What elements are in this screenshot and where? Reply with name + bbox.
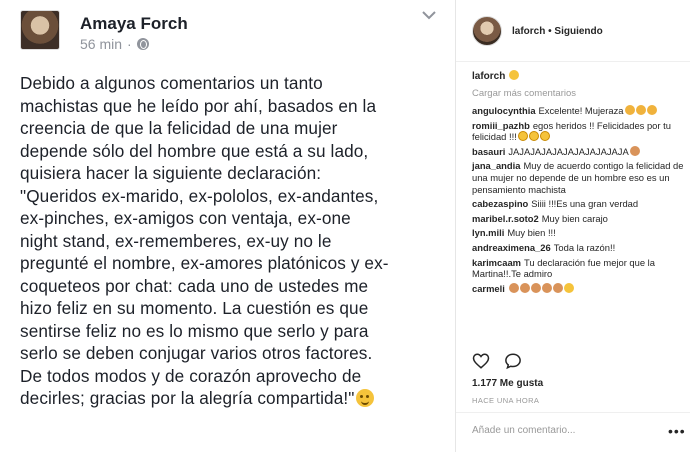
smile-emoji-icon	[509, 70, 520, 80]
post-line: hizo feliz en su momento. La cuestión es…	[20, 298, 369, 318]
comment-username[interactable]: maribel.r.soto2	[472, 213, 539, 224]
post-line: creencia de que la felicidad de una muje…	[20, 118, 338, 138]
clap-emoji-icon	[624, 105, 635, 115]
caption-user[interactable]: laforch	[472, 71, 505, 82]
smile-emoji-icon	[563, 282, 574, 293]
load-more-comments[interactable]: Cargar más comentarios	[472, 88, 684, 99]
clap-emoji-icon	[646, 105, 657, 115]
comment-username[interactable]: angulocynthia	[472, 105, 536, 116]
comment-text: JAJAJAJAJAJAJAJAJAJAJA	[508, 145, 629, 157]
comment-input[interactable]	[472, 425, 662, 436]
post-timestamp: HACE UNA HORA	[472, 396, 540, 405]
laugh-emoji-icon	[539, 131, 550, 142]
facebook-post: Amaya Forch 56 min · Debido a algunos co…	[0, 0, 452, 452]
comment-text: Muy bien !!!	[507, 227, 556, 239]
globe-icon[interactable]	[136, 38, 149, 50]
hand-emoji-icon	[508, 282, 519, 293]
post-line: sentirse feliz no es lo mismo que serlo …	[20, 320, 369, 341]
comment-bubble-icon[interactable]	[504, 352, 522, 370]
follow-button[interactable]: Siguiendo	[554, 26, 602, 37]
comment-text: Siiii !!!Es una gran verdad	[531, 198, 639, 210]
laugh-emoji-icon	[517, 131, 528, 142]
comment-text: Toda la razón!!	[553, 241, 616, 253]
hand-emoji-icon	[519, 282, 530, 293]
author-avatar[interactable]	[20, 10, 60, 50]
instagram-panel: laforch • Siguiendo laforch Cargar más c…	[456, 0, 690, 452]
more-options-button[interactable]: •••	[668, 423, 686, 439]
comment-item: angulocynthia Excelente! Mujeraza	[472, 105, 684, 117]
comment-item: romiii_pazhb egos heridos !! Felicidades …	[472, 120, 684, 143]
comment-item: carmeli	[472, 282, 684, 295]
hand-emoji-icon	[552, 282, 563, 293]
post-line: Debido a algunos comentarios un tanto	[20, 73, 323, 93]
comment-item: basauri JAJAJAJAJAJAJAJAJAJAJA	[472, 145, 684, 158]
comment-item: cabezaspino Siiii !!!Es una gran verdad	[472, 198, 684, 210]
post-line: ex-pinches, ex-amigos con ventaja, ex-on…	[20, 208, 351, 228]
post-meta: 56 min ·	[80, 36, 149, 52]
comment-item: lyn.mili Muy bien !!!	[472, 227, 684, 239]
comment-username[interactable]: jana_andia	[472, 160, 520, 171]
comment-username[interactable]: basauri	[472, 146, 505, 157]
header-separator: •	[548, 26, 552, 37]
author-name[interactable]: Amaya Forch	[80, 14, 188, 34]
comment-username[interactable]: romiii_pazhb	[472, 120, 530, 131]
instagram-user-line: laforch • Siguiendo	[512, 26, 603, 37]
comment-username[interactable]: karimcaam	[472, 257, 521, 268]
hand-emoji-icon	[530, 282, 541, 293]
comment-username[interactable]: carmeli	[472, 283, 505, 294]
post-line: quisiera hacer la siguiente declaración:	[20, 163, 322, 183]
post-line: night stand, ex-rememberes, ex-uy no le	[20, 230, 332, 251]
comment-username[interactable]: lyn.mili	[472, 227, 504, 238]
add-comment-row: •••	[456, 412, 690, 452]
comment-item: andreaximena_26 Toda la razón!!	[472, 242, 684, 254]
instagram-avatar[interactable]	[472, 16, 502, 46]
caption: laforch	[472, 70, 684, 82]
comment-item: karimcaam Tu declaración fue mejor que la…	[472, 257, 684, 280]
comment-text: Muy bien carajo	[541, 212, 608, 224]
comments-container: angulocynthia Excelente! Mujeraza romiii_p…	[472, 105, 684, 294]
clap-emoji-icon	[635, 105, 646, 115]
post-line: pregunté el nombre, ex-amores platónicos…	[20, 253, 389, 273]
post-line: coqueteos por chat: cada uno de ustedes …	[20, 275, 369, 296]
post-time[interactable]: 56 min	[80, 36, 122, 52]
chevron-down-icon[interactable]	[419, 8, 439, 22]
hand-emoji-icon	[629, 145, 640, 156]
comment-username[interactable]: andreaximena_26	[472, 242, 551, 253]
post-line: machistas que he leído por ahí, basados …	[20, 95, 377, 116]
comment-text: Excelente! Mujeraza	[538, 105, 624, 116]
wink-emoji-icon	[356, 389, 375, 407]
likes-count[interactable]: 1.177 Me gusta	[472, 378, 543, 389]
heart-icon[interactable]	[472, 352, 490, 370]
instagram-username[interactable]: laforch	[512, 26, 545, 37]
post-line: "Queridos ex-marido, ex-pololos, ex-anda…	[20, 185, 379, 206]
post-body: Debido a algunos comentarios un tanto ma…	[20, 72, 450, 410]
comment-username[interactable]: cabezaspino	[472, 198, 528, 209]
comment-item: jana_andia Muy de acuerdo contigo la feli…	[472, 160, 684, 195]
hand-emoji-icon	[541, 282, 552, 293]
post-line-last: decirles; gracias por la alegría compart…	[20, 387, 450, 410]
post-line: depende sólo del hombre que está a su la…	[20, 140, 369, 161]
post-line: serlo se deben conjugar varios otros fac…	[20, 343, 373, 363]
post-line: De todos modos y de corazón aprovecho de	[20, 365, 362, 386]
comment-list: laforch Cargar más comentarios angulocyn…	[472, 70, 684, 297]
comment-item: maribel.r.soto2 Muy bien carajo	[472, 213, 684, 225]
action-bar	[472, 352, 522, 370]
meta-separator: ·	[127, 36, 132, 52]
post-line: decirles; gracias por la alegría compart…	[20, 388, 355, 408]
laugh-emoji-icon	[528, 131, 539, 142]
instagram-header: laforch • Siguiendo	[456, 0, 690, 62]
